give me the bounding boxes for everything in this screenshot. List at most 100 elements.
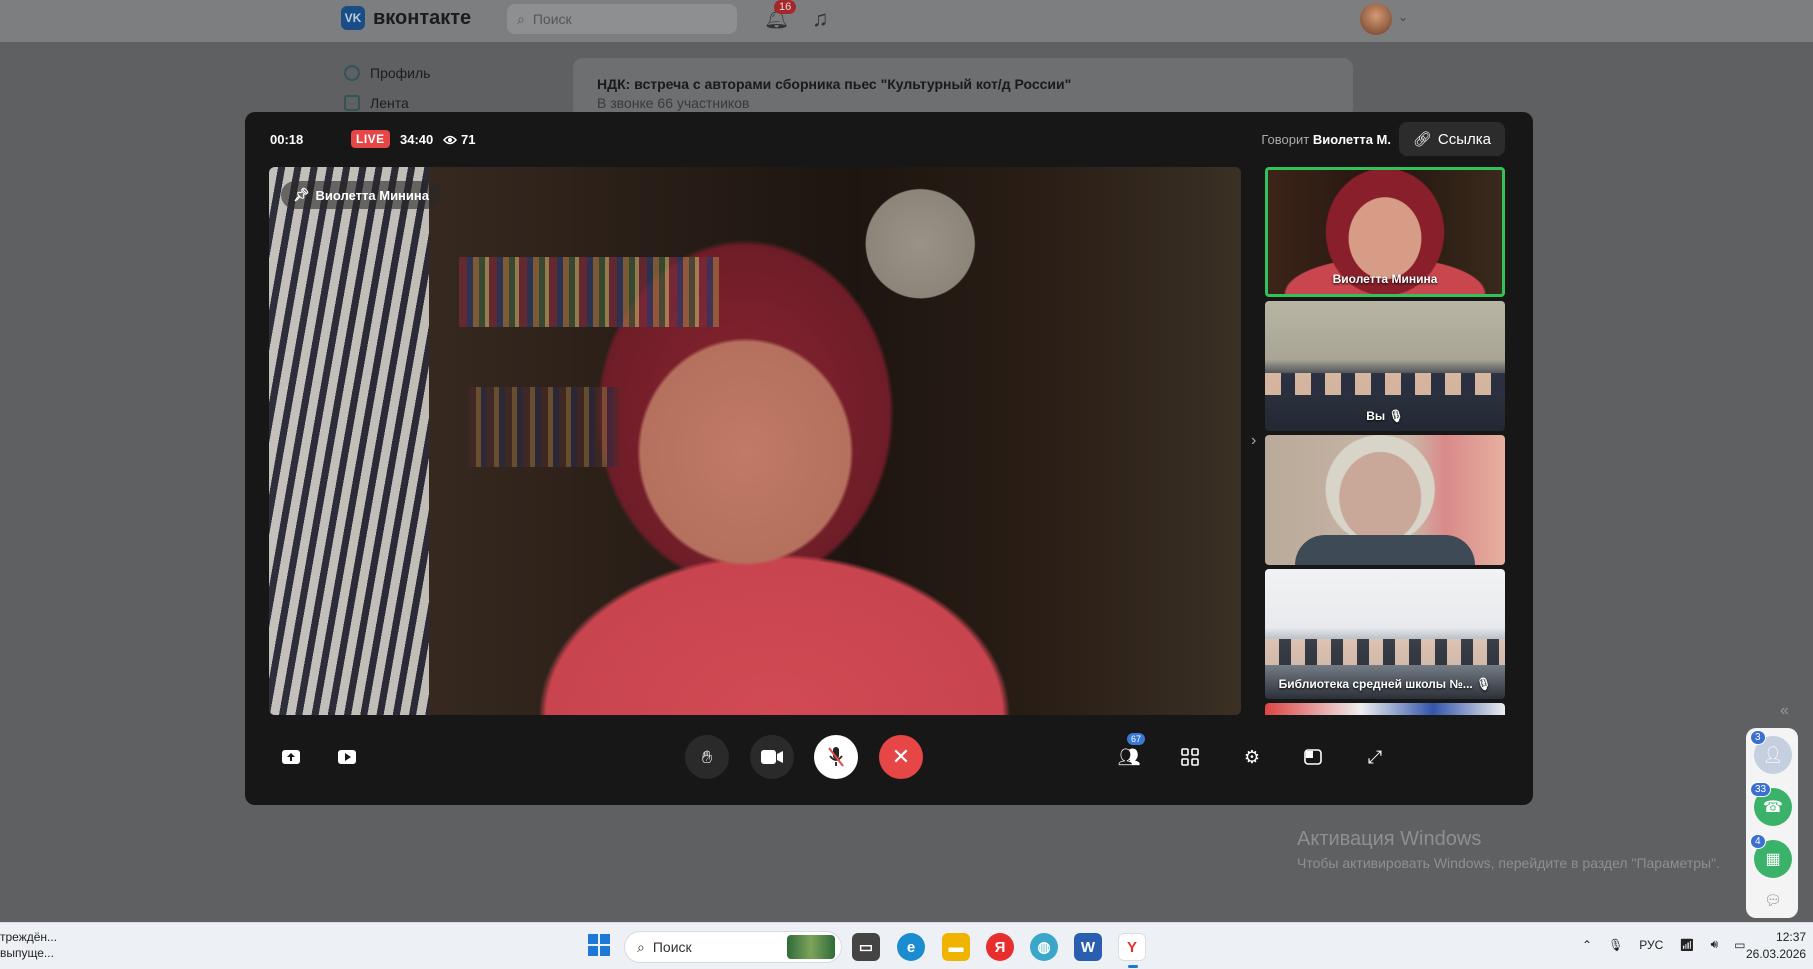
clock-date: 26.03.2026 <box>1746 947 1807 961</box>
microphone-icon[interactable]: 🎙︎ <box>1608 938 1623 952</box>
music-icon[interactable]: ♫ <box>812 6 829 32</box>
video-background-bookshelf <box>459 257 719 327</box>
end-call-icon: ✕ <box>891 744 911 769</box>
search-highlight-image <box>787 935 835 959</box>
notifications-badge: 16 <box>774 0 797 14</box>
dock-badge: 33 <box>1750 782 1772 797</box>
activation-text: Чтобы активировать Windows, перейдите в … <box>1297 855 1720 871</box>
chevron-up-icon[interactable]: ⌃ <box>1582 938 1592 952</box>
participants-button[interactable]: 👥︎ 67 <box>1113 733 1146 773</box>
participant-tile[interactable]: Анна Монахова 🎙︎ <box>1265 435 1505 565</box>
language-indicator[interactable]: РУС <box>1639 938 1663 952</box>
participant-tile[interactable]: Виолетта Минина <box>1265 167 1505 297</box>
side-dock: 👤︎ 3 ☎︎ 33 ▦ 4 💬︎ <box>1746 728 1798 918</box>
file-explorer-icon[interactable]: ▬ <box>942 933 970 961</box>
system-tray: ⌃ 🎙︎ РУС 📶︎ 🔊︎ ▭ <box>1582 937 1745 952</box>
video-background-curtain <box>269 167 429 715</box>
search-icon: ⌕ <box>517 10 525 27</box>
participant-name: Библиотека средней школы №... <box>1278 677 1473 691</box>
end-call-button[interactable]: ✕ <box>879 735 923 779</box>
raise-hand-button[interactable]: ✋︎ <box>685 735 729 779</box>
participant-tile[interactable]: Библиотека средней школы №... 🎙︎ <box>1265 569 1505 699</box>
speaking-name: Виолетта М. <box>1312 132 1391 147</box>
copy-link-button[interactable]: 🔗︎ Ссылка <box>1398 122 1505 156</box>
chevron-right-icon[interactable]: › <box>1251 432 1256 450</box>
mic-muted-icon: 🎙︎ <box>1425 543 1441 557</box>
fullscreen-button[interactable]: ⤢ <box>1359 741 1391 773</box>
raise-hand-icon: ✋︎ <box>701 746 713 767</box>
participant-name: Анна Монахова <box>1329 543 1422 557</box>
volume-icon[interactable]: 🔊︎ <box>1711 937 1719 952</box>
search-icon: ⌕ <box>637 938 645 955</box>
participant-name: Вы <box>1366 409 1386 423</box>
contact-icon: 👤︎ <box>1762 747 1784 764</box>
viewers-count: 71 <box>443 132 475 147</box>
task-view-icon[interactable]: ▭ <box>852 933 880 961</box>
call-subtitle: В звонке 66 участников <box>597 95 750 111</box>
windows-taskbar: треждён... выпуще... ⌕ Поиск ▭ e ▬ Я ◍ W… <box>0 922 1813 969</box>
feed-icon <box>344 95 360 111</box>
vk-header: VK вконтакте ⌕ Поиск 🔔︎ 16 ♫ ⌄ <box>0 0 1813 42</box>
viewers-value: 71 <box>461 132 476 147</box>
share-screen-button[interactable] <box>275 741 307 773</box>
dock-contacts-button[interactable]: 👤︎ 3 <box>1750 730 1792 774</box>
dock-calendar-button[interactable]: ▦ 4 <box>1750 834 1792 878</box>
record-button[interactable] <box>331 741 363 773</box>
gear-icon: ⚙︎ <box>1243 746 1261 767</box>
participant-name-row: Вы 🎙︎ <box>1265 409 1505 423</box>
wifi-icon[interactable]: 📶︎ <box>1679 938 1694 952</box>
notifications-bell-icon[interactable]: 🔔︎ 16 <box>764 0 797 32</box>
taskbar-clock[interactable]: 12:37 26.03.2026 <box>1746 929 1806 963</box>
calls-icon: ☎︎ <box>1763 799 1783 816</box>
participants-count-badge: 67 <box>1127 733 1146 745</box>
copy-link-label: Ссылка <box>1437 130 1491 148</box>
call-info-card[interactable]: НДК: встреча с авторами сборника пьес "К… <box>573 58 1353 118</box>
collapse-dock-icon[interactable]: « <box>1780 702 1789 720</box>
yandex-browser-icon[interactable]: Y <box>1118 933 1146 968</box>
record-icon <box>338 750 356 764</box>
user-avatar[interactable] <box>1360 3 1392 35</box>
dock-badge: 3 <box>1750 730 1766 745</box>
participant-tile-partial[interactable] <box>1265 703 1505 715</box>
participant-name: Виолетта Минина <box>1332 272 1438 286</box>
activation-title: Активация Windows <box>1297 828 1482 850</box>
globe-app-icon[interactable]: ◍ <box>1030 933 1058 961</box>
notification-line: выпуще... <box>0 946 54 960</box>
participants-icon: 👥︎ <box>1117 746 1141 767</box>
yandex-icon[interactable]: Я <box>986 933 1014 961</box>
vk-logo[interactable]: VK вконтакте <box>341 6 471 30</box>
vk-logo-icon: VK <box>341 6 365 30</box>
sidebar-item-label: Профиль <box>370 65 431 81</box>
calendar-icon: ▦ <box>1765 851 1781 868</box>
sidebar-item-profile[interactable]: Профиль <box>344 58 430 88</box>
windows-logo-icon <box>588 934 598 944</box>
grid-layout-icon <box>1181 748 1199 766</box>
dock-calls-button[interactable]: ☎︎ 33 <box>1750 782 1792 826</box>
participant-tile[interactable]: Вы 🎙︎ <box>1265 301 1505 431</box>
word-icon[interactable]: W <box>1074 933 1102 961</box>
dock-badge: 4 <box>1750 834 1766 849</box>
edge-browser-icon[interactable]: e <box>897 933 925 961</box>
windows-start-button[interactable] <box>588 934 610 956</box>
pip-button[interactable] <box>1297 741 1329 773</box>
video-background-bookshelf-lower <box>469 387 619 467</box>
pin-icon: 📌︎ <box>293 187 310 202</box>
camera-button[interactable] <box>750 735 794 779</box>
microphone-button[interactable] <box>814 735 858 779</box>
participants-strip: Виолетта Минина Вы 🎙︎ Анна Монахова 🎙︎ Б… <box>1265 167 1505 715</box>
vk-search-placeholder: Поиск <box>532 11 572 27</box>
pip-icon <box>1304 749 1322 765</box>
chevron-down-icon[interactable]: ⌄ <box>1398 10 1408 24</box>
chat-icon[interactable]: 💬︎ <box>1764 892 1782 909</box>
participant-name-row: Анна Монахова 🎙︎ <box>1265 543 1505 557</box>
taskbar-search-input[interactable]: ⌕ Поиск <box>624 931 842 963</box>
main-speaker-video[interactable]: 📌︎ Виолетта Минина <box>269 167 1241 715</box>
video-call-window: 00:18 LIVE 34:40 71 Говорит Виолетта М. … <box>245 112 1533 805</box>
grid-layout-button[interactable] <box>1174 741 1206 773</box>
taskbar-notification[interactable]: треждён... выпуще... <box>0 929 57 961</box>
settings-button[interactable]: ⚙︎ <box>1236 741 1268 773</box>
call-title: НДК: встреча с авторами сборника пьес "К… <box>597 76 1072 92</box>
microphone-muted-icon <box>828 747 844 767</box>
battery-icon[interactable]: ▭ <box>1734 938 1745 952</box>
vk-search-input[interactable]: ⌕ Поиск <box>507 4 737 34</box>
